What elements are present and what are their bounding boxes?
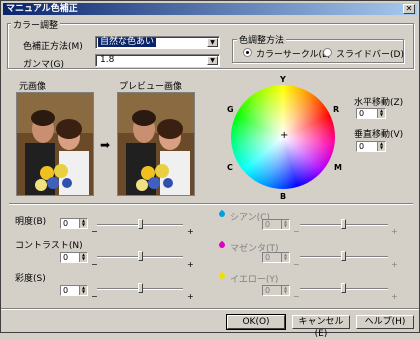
saturation-spinner[interactable]: 0 ▲ ▼ bbox=[60, 285, 88, 296]
saturation-label: 彩度(S) bbox=[15, 274, 46, 284]
horizontal-move-spinner[interactable]: 0 ▲ ▼ bbox=[356, 108, 386, 119]
spinner-arrows-icon[interactable]: ▲ ▼ bbox=[281, 220, 289, 229]
horizontal-move-value: 0 bbox=[359, 109, 365, 118]
contrast-spinner[interactable]: 0 ▲ ▼ bbox=[60, 252, 88, 263]
close-button[interactable]: ✕ bbox=[403, 4, 415, 14]
contrast-label: コントラスト(N) bbox=[15, 241, 83, 251]
color-adjust-group-label: カラー調整 bbox=[11, 18, 61, 31]
spinner-arrows-icon[interactable]: ▲ ▼ bbox=[377, 109, 385, 118]
plus-icon: + bbox=[391, 260, 398, 269]
plus-icon: + bbox=[187, 292, 194, 301]
brightness-value: 0 bbox=[63, 219, 69, 228]
chevron-down-icon[interactable]: ▼ bbox=[207, 38, 218, 47]
minus-icon: − bbox=[91, 292, 98, 301]
help-button[interactable]: ヘルプ(H) bbox=[356, 315, 414, 329]
brightness-label: 明度(B) bbox=[15, 217, 47, 227]
brightness-thumb[interactable] bbox=[138, 219, 143, 229]
minus-icon: − bbox=[293, 292, 300, 301]
contrast-value: 0 bbox=[63, 253, 69, 262]
wheel-label-y: Y bbox=[280, 75, 286, 84]
magenta-spinner[interactable]: 0 ▲ ▼ bbox=[262, 252, 290, 263]
saturation-thumb[interactable] bbox=[138, 283, 143, 293]
spinner-arrows-icon[interactable]: ▲ ▼ bbox=[79, 253, 87, 262]
radio-slide-bar[interactable] bbox=[323, 48, 332, 57]
cyan-value: 0 bbox=[265, 220, 271, 229]
minus-icon: − bbox=[91, 227, 98, 236]
wheel-label-r: R bbox=[333, 105, 340, 114]
crosshair-icon: + bbox=[280, 130, 289, 141]
arrow-right-icon: ➡ bbox=[100, 138, 111, 152]
radio-color-circle[interactable] bbox=[243, 48, 252, 57]
ok-button[interactable]: OK(O) bbox=[226, 314, 286, 330]
minus-icon: − bbox=[293, 260, 300, 269]
yellow-value: 0 bbox=[265, 286, 271, 295]
magenta-value: 0 bbox=[265, 253, 271, 262]
plus-icon: + bbox=[391, 292, 398, 301]
spinner-arrows-icon[interactable]: ▲ ▼ bbox=[79, 286, 87, 295]
spinner-arrows-icon[interactable]: ▲ ▼ bbox=[79, 219, 87, 228]
magenta-thumb[interactable] bbox=[341, 251, 346, 261]
contrast-thumb[interactable] bbox=[138, 251, 143, 261]
wheel-label-c: C bbox=[227, 163, 233, 172]
preview-image bbox=[117, 92, 195, 196]
correction-method-value: 自然な色あい bbox=[98, 37, 157, 47]
title-bar: マニュアル色補正 bbox=[3, 3, 417, 15]
window-title: マニュアル色補正 bbox=[6, 4, 78, 14]
gamma-label: ガンマ(G) bbox=[23, 60, 64, 70]
saturation-value: 0 bbox=[63, 286, 69, 295]
original-image-label: 元画像 bbox=[19, 82, 47, 92]
footer-divider bbox=[1, 308, 419, 310]
spinner-arrows-icon[interactable]: ▲ ▼ bbox=[281, 253, 289, 262]
minus-icon: − bbox=[293, 227, 300, 236]
wheel-label-b: B bbox=[280, 192, 287, 201]
cyan-thumb[interactable] bbox=[341, 219, 346, 229]
divider bbox=[9, 203, 413, 205]
cancel-button[interactable]: キャンセル(E) bbox=[292, 315, 350, 339]
plus-icon: + bbox=[391, 227, 398, 236]
vertical-move-spinner[interactable]: 0 ▲ ▼ bbox=[356, 141, 386, 152]
wheel-label-m: M bbox=[334, 163, 342, 172]
cyan-drop-icon bbox=[217, 209, 227, 219]
wheel-label-g: G bbox=[227, 105, 234, 114]
color-wheel[interactable]: + bbox=[231, 85, 335, 189]
brightness-spinner[interactable]: 0 ▲ ▼ bbox=[60, 218, 88, 229]
cyan-spinner[interactable]: 0 ▲ ▼ bbox=[262, 219, 290, 230]
yellow-label: イエロー(Y) bbox=[230, 275, 279, 285]
original-image bbox=[16, 92, 94, 196]
correction-method-select[interactable]: 自然な色あい ▼ bbox=[95, 36, 220, 49]
gamma-select[interactable]: 1.8 ▼ bbox=[95, 54, 220, 67]
method-group-label: 色調整方法 bbox=[237, 33, 287, 46]
magenta-drop-icon bbox=[217, 240, 227, 250]
radio-slide-bar-label: スライドバー(D) bbox=[336, 50, 404, 60]
yellow-thumb[interactable] bbox=[341, 283, 346, 293]
radio-color-circle-label: カラーサークル(L) bbox=[256, 50, 331, 60]
vertical-move-value: 0 bbox=[359, 142, 365, 151]
yellow-drop-icon bbox=[217, 271, 227, 281]
spinner-arrows-icon[interactable]: ▲ ▼ bbox=[281, 286, 289, 295]
vertical-move-label: 垂直移動(V) bbox=[354, 130, 404, 140]
chevron-down-icon[interactable]: ▼ bbox=[207, 56, 218, 65]
plus-icon: + bbox=[187, 260, 194, 269]
dialog-window: マニュアル色補正 ✕ カラー調整 色補正方法(M) 自然な色あい ▼ ガンマ(G… bbox=[0, 0, 420, 339]
correction-method-label: 色補正方法(M) bbox=[23, 42, 83, 52]
plus-icon: + bbox=[187, 227, 194, 236]
spinner-arrows-icon[interactable]: ▲ ▼ bbox=[377, 142, 385, 151]
horizontal-move-label: 水平移動(Z) bbox=[354, 98, 404, 108]
minus-icon: − bbox=[91, 260, 98, 269]
preview-image-label: プレビュー画像 bbox=[119, 82, 183, 92]
gamma-value: 1.8 bbox=[100, 55, 115, 65]
yellow-spinner[interactable]: 0 ▲ ▼ bbox=[262, 285, 290, 296]
